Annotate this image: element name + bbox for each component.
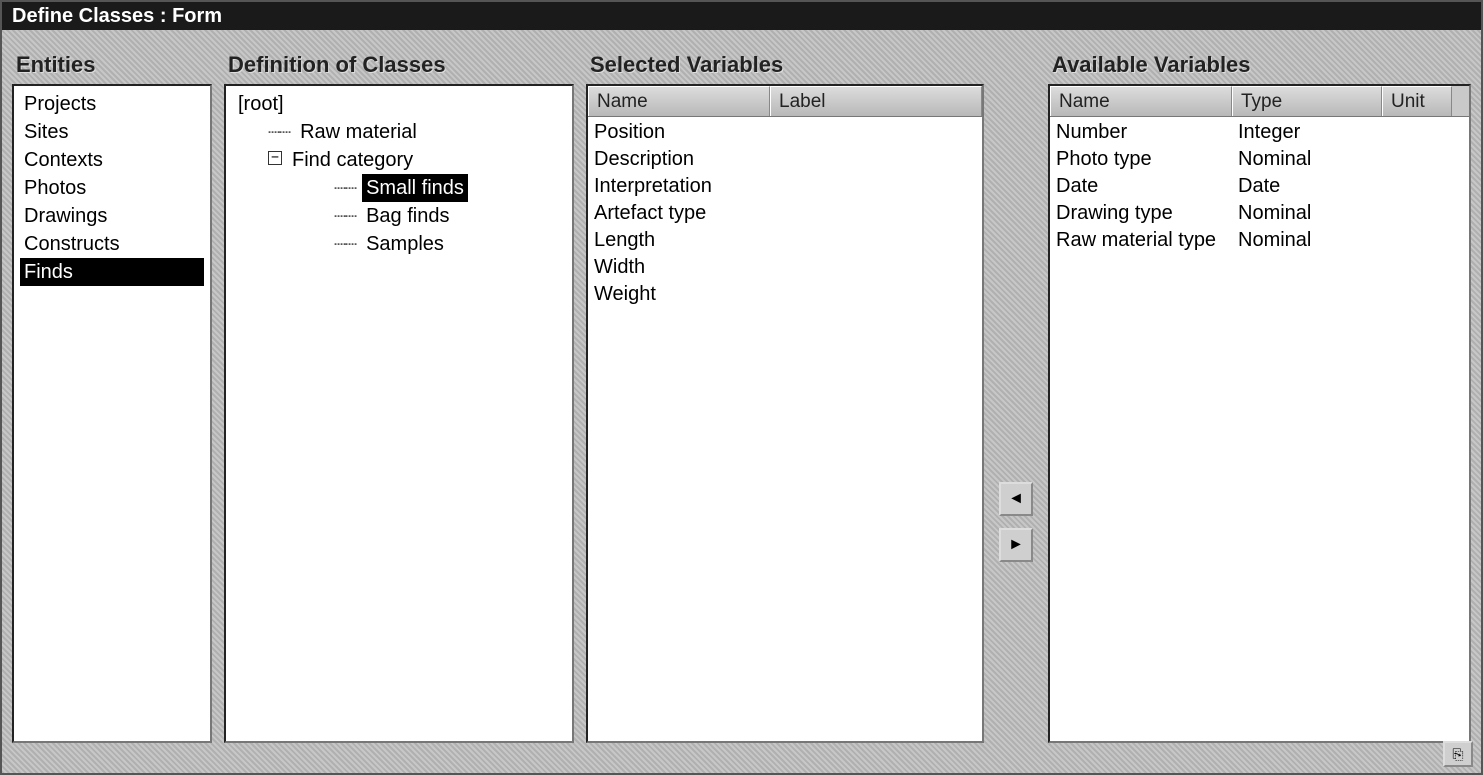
content-area: Entities ProjectsSitesContextsPhotosDraw…	[2, 30, 1481, 773]
cell-name: Date	[1056, 173, 1238, 200]
cell-unit	[1388, 146, 1458, 173]
cell-unit	[1388, 119, 1458, 146]
entities-panel: ProjectsSitesContextsPhotosDrawingsConst…	[12, 84, 212, 743]
cell-label	[776, 146, 976, 173]
tree-node-label: Raw material	[296, 118, 421, 146]
cell-type: Nominal	[1238, 146, 1388, 173]
entities-column: Entities ProjectsSitesContextsPhotosDraw…	[12, 40, 212, 743]
tree-branch-icon: ┈┈	[334, 202, 356, 230]
entities-item[interactable]: Projects	[20, 90, 204, 118]
tree-branch-icon: ┈┈	[268, 118, 290, 146]
cell-unit	[1388, 227, 1458, 254]
move-right-button[interactable]: ►	[999, 528, 1033, 562]
entities-item[interactable]: Photos	[20, 174, 204, 202]
tree-node[interactable]: −Find category	[234, 146, 564, 174]
classes-panel: [root]┈┈Raw material−Find category┈┈Smal…	[224, 84, 574, 743]
entities-item[interactable]: Constructs	[20, 230, 204, 258]
selected-col-name[interactable]: Name	[588, 86, 770, 116]
exit-icon: ⎘	[1452, 746, 1463, 763]
entities-list[interactable]: ProjectsSitesContextsPhotosDrawingsConst…	[14, 86, 210, 290]
table-row[interactable]: NumberInteger	[1056, 119, 1463, 146]
arrow-left-icon: ◄	[1008, 490, 1024, 508]
entities-item[interactable]: Sites	[20, 118, 204, 146]
cell-name: Position	[594, 119, 776, 146]
entities-item[interactable]: Contexts	[20, 146, 204, 174]
tree-branch-icon: ┈┈	[334, 174, 356, 202]
cell-name: Number	[1056, 119, 1238, 146]
tree-node-label: [root]	[234, 90, 288, 118]
window: Define Classes : Form Entities ProjectsS…	[0, 0, 1483, 775]
classes-column: Definition of Classes [root]┈┈Raw materi…	[224, 40, 574, 743]
tree-node-label: Samples	[362, 230, 448, 258]
cell-type: Integer	[1238, 119, 1388, 146]
cell-name: Length	[594, 227, 776, 254]
window-titlebar: Define Classes : Form	[2, 2, 1481, 30]
cell-name: Photo type	[1056, 146, 1238, 173]
available-col-unit[interactable]: Unit	[1382, 86, 1452, 116]
table-row[interactable]: Position	[594, 119, 976, 146]
arrow-right-icon: ►	[1008, 536, 1024, 554]
cell-name: Interpretation	[594, 173, 776, 200]
table-row[interactable]: Drawing typeNominal	[1056, 200, 1463, 227]
cell-type: Nominal	[1238, 227, 1388, 254]
selected-col-label[interactable]: Label	[770, 86, 982, 116]
cell-name: Drawing type	[1056, 200, 1238, 227]
window-title: Define Classes : Form	[12, 5, 222, 27]
cell-name: Description	[594, 146, 776, 173]
cell-label	[776, 281, 976, 308]
entities-heading: Entities	[12, 40, 212, 84]
table-row[interactable]: Artefact type	[594, 200, 976, 227]
tree-node[interactable]: ┈┈Bag finds	[234, 202, 564, 230]
selected-vars-heading: Selected Variables	[586, 40, 984, 84]
cell-name: Artefact type	[594, 200, 776, 227]
move-left-button[interactable]: ◄	[999, 482, 1033, 516]
class-tree[interactable]: [root]┈┈Raw material−Find category┈┈Smal…	[226, 86, 572, 262]
cell-type: Date	[1238, 173, 1388, 200]
cell-unit	[1388, 173, 1458, 200]
tree-expander-icon[interactable]: −	[268, 151, 282, 165]
table-row[interactable]: Description	[594, 146, 976, 173]
cell-name: Raw material type	[1056, 227, 1238, 254]
table-row[interactable]: Width	[594, 254, 976, 281]
table-row[interactable]: DateDate	[1056, 173, 1463, 200]
tree-node-label: Find category	[288, 146, 417, 174]
move-buttons-column: ◄ ►	[996, 40, 1036, 743]
entities-item[interactable]: Drawings	[20, 202, 204, 230]
exit-button[interactable]: ⎘	[1443, 741, 1473, 767]
cell-label	[776, 173, 976, 200]
table-row[interactable]: Interpretation	[594, 173, 976, 200]
tree-node[interactable]: ┈┈Small finds	[234, 174, 564, 202]
available-col-type[interactable]: Type	[1232, 86, 1382, 116]
cell-name: Weight	[594, 281, 776, 308]
table-row[interactable]: Weight	[594, 281, 976, 308]
cell-label	[776, 227, 976, 254]
tree-node[interactable]: ┈┈Raw material	[234, 118, 564, 146]
table-row[interactable]: Length	[594, 227, 976, 254]
cell-label	[776, 254, 976, 281]
classes-heading: Definition of Classes	[224, 40, 574, 84]
entities-item[interactable]: Finds	[20, 258, 204, 286]
tree-node[interactable]: ┈┈Samples	[234, 230, 564, 258]
cell-label	[776, 119, 976, 146]
selected-vars-header: Name Label	[588, 86, 982, 117]
cell-type: Nominal	[1238, 200, 1388, 227]
tree-root[interactable]: [root]	[234, 90, 564, 118]
available-vars-column: Available Variables Name Type Unit Numbe…	[1048, 40, 1471, 743]
tree-node-label: Bag finds	[362, 202, 453, 230]
available-col-name[interactable]: Name	[1050, 86, 1232, 116]
cell-unit	[1388, 200, 1458, 227]
tree-branch-icon: ┈┈	[334, 230, 356, 258]
cell-label	[776, 200, 976, 227]
available-vars-heading: Available Variables	[1048, 40, 1471, 84]
available-vars-panel: Name Type Unit NumberIntegerPhoto typeNo…	[1048, 84, 1471, 743]
selected-vars-body[interactable]: PositionDescriptionInterpretationArtefac…	[588, 117, 982, 310]
table-row[interactable]: Raw material typeNominal	[1056, 227, 1463, 254]
tree-node-label: Small finds	[362, 174, 468, 202]
cell-name: Width	[594, 254, 776, 281]
available-vars-body[interactable]: NumberIntegerPhoto typeNominalDateDateDr…	[1050, 117, 1469, 256]
selected-vars-panel: Name Label PositionDescriptionInterpreta…	[586, 84, 984, 743]
selected-vars-column: Selected Variables Name Label PositionDe…	[586, 40, 984, 743]
available-vars-header: Name Type Unit	[1050, 86, 1469, 117]
table-row[interactable]: Photo typeNominal	[1056, 146, 1463, 173]
